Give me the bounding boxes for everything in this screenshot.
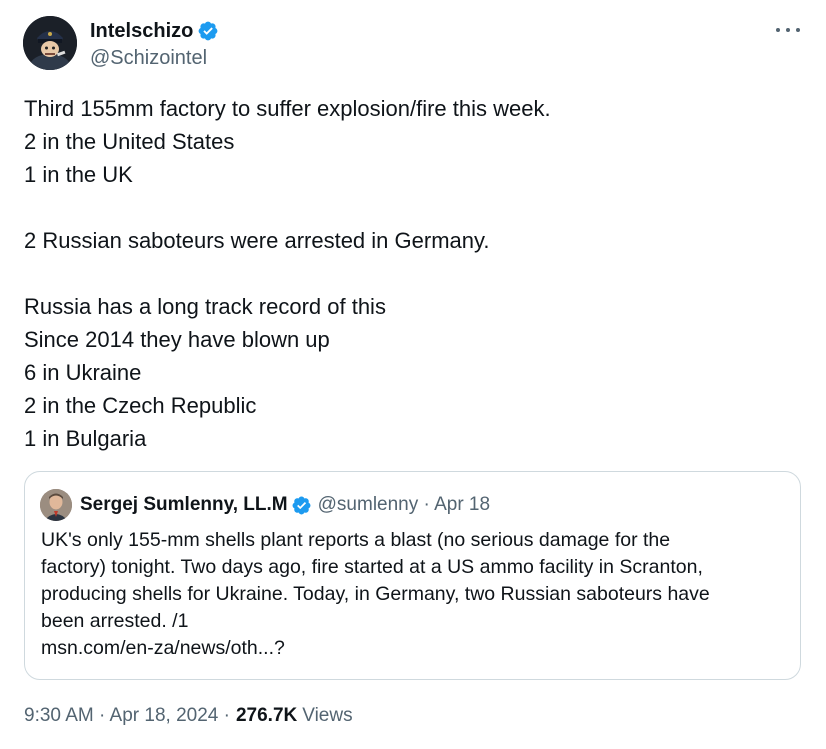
tweet-text-line	[24, 257, 804, 290]
tweet-text: Third 155mm factory to suffer explosion/…	[24, 92, 804, 455]
quoted-text-line: factory) tonight. Two days ago, fire sta…	[41, 556, 703, 578]
tweet-text-line: 1 in the UK	[24, 162, 133, 187]
quoted-author-handle-date[interactable]: @sumlenny · Apr 18	[318, 494, 490, 516]
quoted-author-name[interactable]: Sergej Sumlenny, LL.M	[80, 494, 288, 516]
verified-badge-icon	[291, 495, 312, 516]
author-display-name[interactable]: Intelschizo	[90, 19, 193, 43]
author-names: Intelschizo @Schizointel	[90, 19, 219, 71]
quoted-tweet[interactable]: Sergej Sumlenny, LL.M @sumlenny · Apr 18…	[24, 471, 801, 680]
tweet-text-line: Russia has a long track record of this	[24, 294, 386, 319]
tweet-text-line: 2 in the Czech Republic	[24, 393, 257, 418]
author-avatar[interactable]	[23, 16, 77, 70]
tweet-text-line: 6 in Ukraine	[24, 360, 142, 385]
tweet-timestamp[interactable]: 9:30 AM · Apr 18, 2024 ·	[24, 705, 230, 727]
tweet-text-line: 2 in the United States	[24, 129, 235, 154]
tweet-footer: 9:30 AM · Apr 18, 2024 · 276.7K Views	[24, 705, 353, 727]
tweet-card: Intelschizo @Schizointel Third 155mm fac…	[0, 0, 826, 749]
quoted-text-line: producing shells for Ukraine. Today, in …	[41, 583, 710, 605]
author-handle[interactable]: @Schizointel	[90, 45, 219, 71]
tweet-text-line: Third 155mm factory to suffer explosion/…	[24, 96, 551, 121]
display-name-row: Intelschizo	[90, 19, 219, 43]
quoted-tweet-header: Sergej Sumlenny, LL.M @sumlenny · Apr 18	[40, 489, 490, 521]
quoted-text-line: UK's only 155-mm shells plant reports a …	[41, 529, 671, 551]
views-label: Views	[302, 705, 353, 726]
tweet-header: Intelschizo @Schizointel	[23, 16, 219, 71]
tweet-text-line	[24, 191, 804, 224]
quoted-link[interactable]: msn.com/en-za/news/oth...?	[41, 635, 791, 662]
quoted-author-avatar[interactable]	[40, 489, 72, 521]
more-options-icon[interactable]	[776, 22, 800, 38]
quoted-tweet-text: UK's only 155-mm shells plant reports a …	[41, 527, 791, 662]
tweet-text-line: 2 Russian saboteurs were arrested in Ger…	[24, 228, 490, 253]
verified-badge-icon[interactable]	[197, 20, 219, 42]
quoted-text-line: been arrested. /1	[41, 610, 189, 632]
tweet-text-line: 1 in Bulgaria	[24, 426, 147, 451]
tweet-text-line: Since 2014 they have blown up	[24, 327, 330, 352]
views-count: 276.7K	[235, 705, 298, 726]
